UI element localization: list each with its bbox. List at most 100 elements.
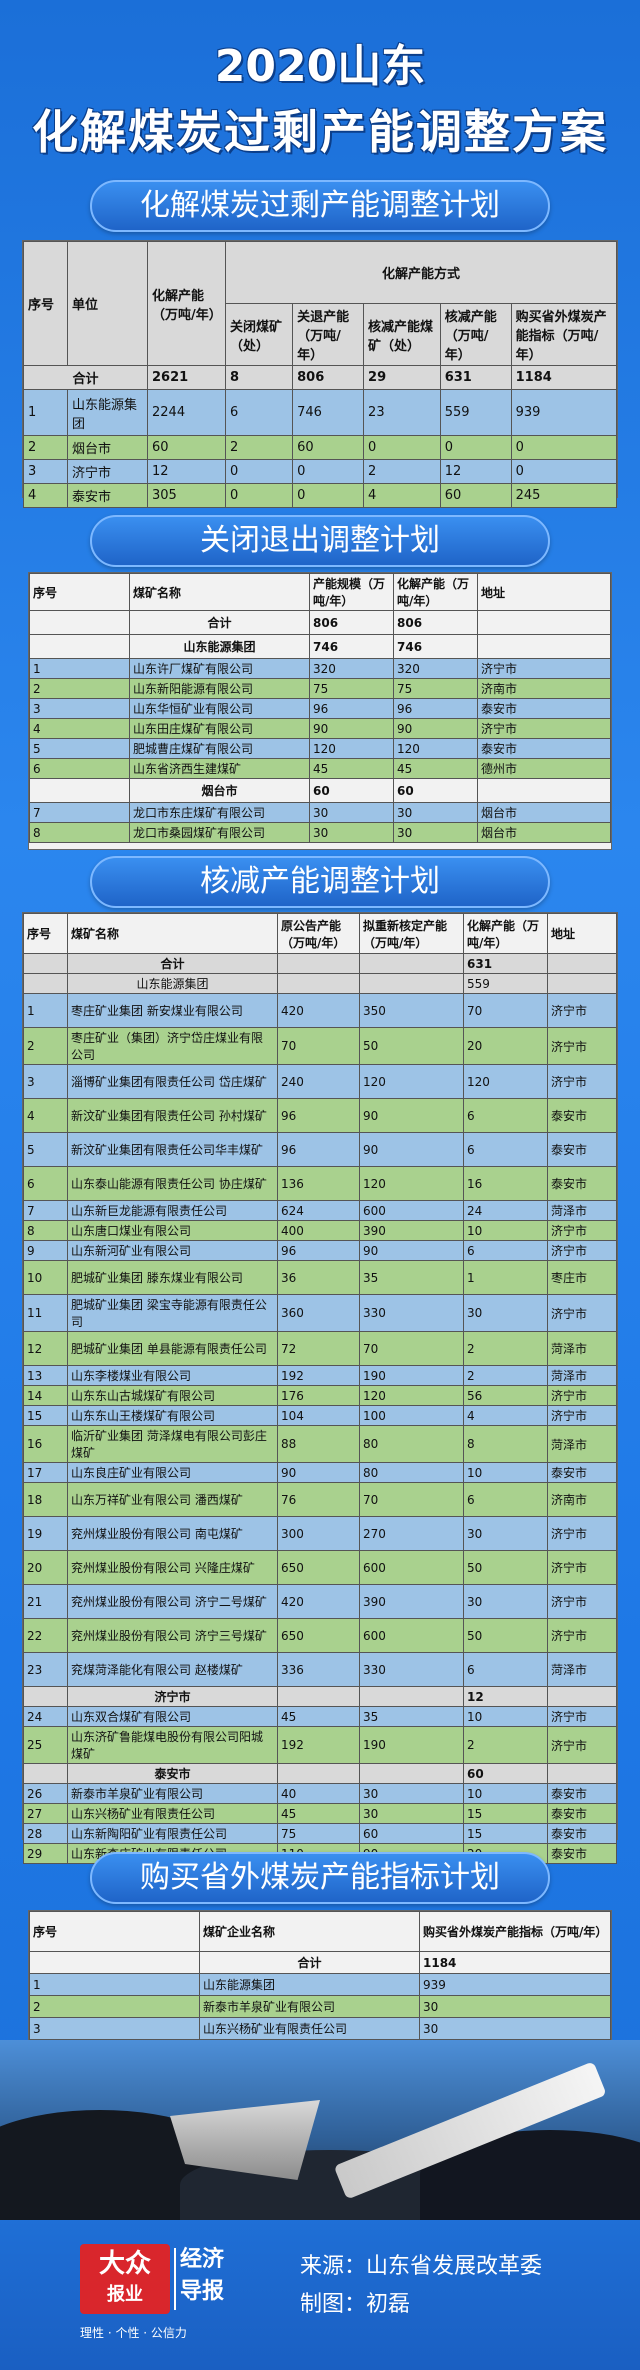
table-row: 28 山东新陶阳矿业有限责任公司 75 60 15 泰安市 xyxy=(23,1823,617,1844)
table-cell: 190 xyxy=(359,1365,464,1386)
table-cell: 8 xyxy=(29,822,130,843)
table-cell: 山东能源集团 xyxy=(67,973,278,994)
table-cell: 320 xyxy=(393,658,478,679)
table-cell: 120 xyxy=(463,1064,548,1099)
table-cell: 济宁市 xyxy=(547,1618,617,1653)
footer: 大众 报业 经济 导报 理性 · 个性 · 公信力 来源：山东省发展改革委 制图… xyxy=(0,2220,640,2370)
table-cell: 2 xyxy=(29,678,130,699)
table-row: 1 山东能源集团 939 xyxy=(29,1973,611,1996)
table-cell: 烟台市 xyxy=(477,802,611,823)
table3-panel: 序号 煤矿名称 原公告产能（万吨/年） 拟重新核定产能（万吨/年） 化解产能（万… xyxy=(22,912,618,1864)
table-cell: 40 xyxy=(277,1783,360,1804)
table-cell: 120 xyxy=(393,738,478,759)
table-cell: 山东万祥矿业有限公司 潘西煤矿 xyxy=(67,1482,278,1517)
table-cell: 60 xyxy=(359,1823,464,1844)
table-cell: 25 xyxy=(23,1726,68,1764)
table-row: 11 肥城矿业集团 梁宝寺能源有限责任公司 360 330 30 济宁市 xyxy=(23,1294,617,1332)
table-cell: 559 xyxy=(463,973,548,994)
table-cell: 30 xyxy=(463,1516,548,1551)
table-row: 泰安市 60 xyxy=(23,1763,617,1784)
table-cell: 746 xyxy=(309,634,394,659)
table-row: 22 兖州煤业股份有限公司 济宁三号煤矿 650 600 50 济宁市 xyxy=(23,1618,617,1653)
table-cell: 菏泽市 xyxy=(547,1652,617,1687)
table-cell: 兖州煤业股份有限公司 南屯煤矿 xyxy=(67,1516,278,1551)
table-cell: 15 xyxy=(23,1405,68,1426)
t4-head: 购买省外煤炭产能指标（万吨/年） xyxy=(419,1911,611,1952)
table-cell: 6 xyxy=(463,1240,548,1261)
table1: 序号 单位 化解产能（万吨/年） 化解产能方式 关闭煤矿（处） 关退产能（万吨/… xyxy=(23,241,618,508)
table-cell: 650 xyxy=(277,1550,360,1585)
table-cell: 山东东山古城煤矿有限公司 xyxy=(67,1385,278,1406)
table-cell: 90 xyxy=(359,1098,464,1133)
t1-head: 核减产能（万吨/年） xyxy=(439,303,512,366)
table-row: 18 山东万祥矿业有限公司 潘西煤矿 76 70 6 济南市 xyxy=(23,1482,617,1517)
table-cell: 济宁市 xyxy=(547,1064,617,1099)
table-cell: 45 xyxy=(393,758,478,779)
table-cell: 746 xyxy=(393,634,478,659)
table-cell: 枣庄矿业（集团）济宁岱庄煤业有限公司 xyxy=(67,1027,278,1065)
table-cell: 336 xyxy=(277,1652,360,1687)
table-cell: 10 xyxy=(463,1462,548,1483)
table-cell xyxy=(23,973,68,994)
table-row: 1 山东能源集团 2244 6 746 23 559 939 xyxy=(23,389,618,436)
t3-head: 地址 xyxy=(547,913,617,954)
table-cell: 120 xyxy=(309,738,394,759)
table-cell xyxy=(23,953,68,974)
table-cell: 806 xyxy=(309,610,394,635)
table-cell: 100 xyxy=(359,1405,464,1426)
table-cell: 27 xyxy=(23,1803,68,1824)
table-cell: 15 xyxy=(463,1803,548,1824)
table-row: 合计 1184 xyxy=(29,1951,611,1974)
section-title-4: 购买省外煤炭产能指标计划 xyxy=(90,1852,550,1904)
table-cell xyxy=(23,1763,68,1784)
table-cell: 烟台市 xyxy=(477,822,611,843)
tagline: 理性 · 个性 · 公信力 xyxy=(80,2326,187,2340)
table-cell: 192 xyxy=(277,1365,360,1386)
table-cell: 济宁市 xyxy=(547,1516,617,1551)
main-title: 化解煤炭过剩产能调整方案 xyxy=(32,105,608,159)
table-cell xyxy=(359,1763,464,1784)
table-cell: 631 xyxy=(463,953,548,974)
table-row: 2 山东新阳能源有限公司 75 75 济南市 xyxy=(29,678,611,699)
t2-head: 地址 xyxy=(477,573,611,611)
table-cell: 枣庄矿业集团 新安煤业有限公司 xyxy=(67,993,278,1028)
table-cell: 济宁市 xyxy=(547,1027,617,1065)
table-cell: 20 xyxy=(463,1027,548,1065)
table-cell: 30 xyxy=(419,1995,611,2018)
table-cell: 济宁市 xyxy=(547,993,617,1028)
table-row: 5 新汶矿业集团有限责任公司华丰煤矿 96 90 6 泰安市 xyxy=(23,1132,617,1167)
table-row: 合计 806 806 xyxy=(29,610,611,635)
table-row: 山东能源集团 559 xyxy=(23,973,617,994)
table-row: 4 新汶矿业集团有限责任公司 孙村煤矿 96 90 6 泰安市 xyxy=(23,1098,617,1133)
table2-panel: 序号 煤矿名称 产能规模（万吨/年） 化解产能（万吨/年） 地址 合计 806 80… xyxy=(28,572,612,850)
table2: 序号 煤矿名称 产能规模（万吨/年） 化解产能（万吨/年） 地址 合计 806 80… xyxy=(29,573,611,843)
table-cell: 济宁市 xyxy=(477,658,611,679)
t1-head: 化解产能（万吨/年） xyxy=(147,241,226,366)
table-cell: 45 xyxy=(277,1803,360,1824)
section-title-1: 化解煤炭过剩产能调整计划 xyxy=(90,180,550,232)
t3-head: 拟重新核定产能（万吨/年） xyxy=(359,913,464,954)
table-cell: 300 xyxy=(277,1516,360,1551)
table-cell: 56 xyxy=(463,1385,548,1406)
table-cell: 96 xyxy=(277,1098,360,1133)
table-row: 山东能源集团 746 746 xyxy=(29,634,611,659)
table-cell xyxy=(29,610,130,635)
table-cell: 1 xyxy=(29,658,130,679)
table-cell: 939 xyxy=(419,1973,611,1996)
table-cell: 70 xyxy=(359,1331,464,1366)
table-cell: 菏泽市 xyxy=(547,1200,617,1221)
table-cell: 17 xyxy=(23,1462,68,1483)
table-cell: 山东能源集团 xyxy=(129,634,310,659)
table-cell: 泰安市 xyxy=(547,1132,617,1167)
table-row: 济宁市 12 xyxy=(23,1686,617,1707)
table-row: 合计 631 xyxy=(23,953,617,974)
table-cell: 新汶矿业集团有限责任公司华丰煤矿 xyxy=(67,1132,278,1167)
table-cell xyxy=(29,778,130,803)
table-cell: 50 xyxy=(463,1550,548,1585)
table-cell: 26 xyxy=(23,1783,68,1804)
table-cell: 600 xyxy=(359,1200,464,1221)
table-row: 16 临沂矿业集团 菏泽煤电有限公司彭庄煤矿 88 80 8 菏泽市 xyxy=(23,1425,617,1463)
table-cell: 192 xyxy=(277,1726,360,1764)
table-cell: 80 xyxy=(359,1462,464,1483)
table-cell: 新泰市羊泉矿业有限公司 xyxy=(67,1783,278,1804)
